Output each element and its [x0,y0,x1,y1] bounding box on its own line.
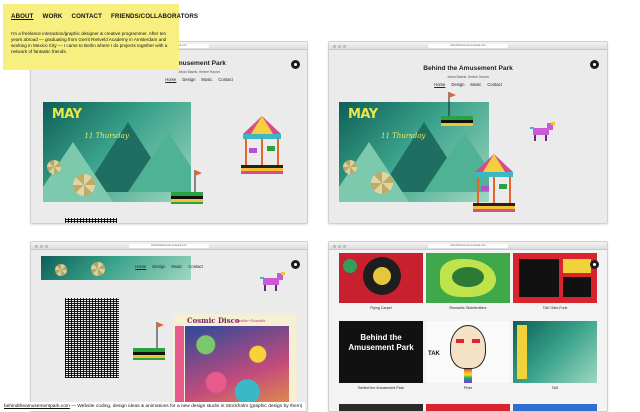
cosmic-disco-side: Border Sounds [235,318,266,323]
site-viewport: Amusement Park Johan Basels, Helene Haur… [31,50,307,223]
portfolio-page: behindtheamusementpark.com Amusement Par… [0,0,640,412]
project-description: — Website coding, design ideas & animati… [69,404,303,409]
address-bar: behindtheamusementpark.com [129,244,209,248]
poster-subhead: 11 Thursday [381,132,426,140]
halftone-poster-thumb[interactable] [65,298,119,378]
horse-icon [260,272,285,291]
site-viewport: Flying Carpet Romantic Globetrotters TAK… [329,250,607,411]
thumb-partial[interactable] [513,404,597,411]
thumb-tak[interactable] [513,321,597,383]
window-controls [35,244,48,248]
project-link[interactable]: behindtheamusementpark.com [4,404,70,409]
flag-stairs-icon [133,322,165,360]
thumb-label: Romantic Globetrotters [449,306,487,310]
site-nav: Home Design Music Contact [31,264,307,269]
thumb-partial[interactable] [426,404,510,411]
cosmic-disco-title: Cosmic Disco [187,316,240,325]
nav-design[interactable]: Design [451,82,464,87]
carousel-icon [241,116,283,174]
cart-badge-icon[interactable] [590,60,599,69]
flag-stairs-icon [171,170,203,204]
thumb-label: Pride [463,386,473,390]
thumb-romantic-globetrotters[interactable] [426,253,510,303]
poster-subhead: 11 Thursday [84,132,129,140]
thumb-flying-carpet[interactable] [339,253,423,303]
flag-stairs-icon [441,92,473,126]
nav-contact[interactable]: Contact [188,264,202,269]
site-nav: Home Design Music Contact [329,82,607,87]
nav-home[interactable]: Home [434,82,445,87]
site-authors: Johan Basels, Helene Haurvs [178,70,220,74]
nav-home[interactable]: Home [135,264,146,269]
nav-home[interactable]: Home [165,77,176,82]
browser-chrome: behindtheamusementpark.com [31,242,307,250]
cart-badge-icon[interactable] [291,60,300,69]
nav-music[interactable]: Music [171,264,182,269]
browser-chrome: behindtheamusementpark.com [329,42,607,50]
nav-contact[interactable]: Contact [487,82,501,87]
nav-work[interactable]: WORK [43,13,63,20]
browser-frame-homepage-animated: behindtheamusementpark.com Behind the Am… [328,41,608,224]
nav-contact[interactable]: Contact [218,77,232,82]
about-note: ABOUT WORK CONTACT FRIENDS/COLLABORATORS… [3,4,198,70]
window-controls [333,244,346,248]
thumb-partial[interactable] [339,404,423,411]
poster-headline: MAY [348,107,378,122]
cosmic-disco-poster[interactable]: Cosmic Disco Border Sounds [173,314,297,411]
nav-design[interactable]: Design [182,77,195,82]
nav-friends-collaborators[interactable]: FRIENDS/COLLABORATORS [111,13,198,20]
horse-icon [530,122,555,141]
nav-music[interactable]: Music [201,77,212,82]
address-bar: behindtheamusementpark.com [428,44,508,48]
browser-chrome: behindtheamusementpark.com [329,242,607,250]
window-controls [333,44,346,48]
thumb-label: TAK Odin-Funk [542,306,568,310]
nav-about[interactable]: ABOUT [11,13,34,20]
thumb-tak-odin-funk[interactable] [513,253,597,303]
thumb-label: TAK [551,386,559,390]
site-nav: Home Design Music Contact [91,77,307,82]
site-authors: Johan Basels, Helene Haurvs [447,75,489,79]
browser-frame-portfolio-grid: behindtheamusementpark.com Flying Carpet… [328,241,608,412]
poster-headline: MAY [51,107,82,122]
cart-badge-icon[interactable] [590,260,599,269]
main-nav: ABOUT WORK CONTACT FRIENDS/COLLABORATORS [11,13,198,20]
nav-music[interactable]: Music [470,82,481,87]
nav-design[interactable]: Design [152,264,165,269]
carousel-icon [473,154,515,212]
project-caption: behindtheamusementpark.com — Website cod… [4,402,306,411]
site-viewport: Home Design Music Contact Cosmic Disco B… [31,250,307,411]
nav-contact[interactable]: CONTACT [72,13,103,20]
thumb-pride[interactable]: TAK [426,321,510,383]
address-bar: behindtheamusementpark.com [428,244,508,248]
site-title: Behind the Amusement Park [423,65,513,72]
halftone-poster-thumb[interactable] [65,218,117,223]
bio-text: I'm a freelance interaction/graphic desi… [11,31,168,55]
browser-frame-design-page: behindtheamusementpark.com Home Design M… [30,241,308,412]
thumb-behind-the-amusement-park[interactable]: Behind the Amusement Park [339,321,423,383]
site-viewport: Behind the Amusement Park Johan Basels, … [329,50,607,223]
thumb-label: Behind the Amusement Park [358,386,404,390]
cart-badge-icon[interactable] [291,260,300,269]
thumb-label: Flying Carpet [370,306,392,310]
